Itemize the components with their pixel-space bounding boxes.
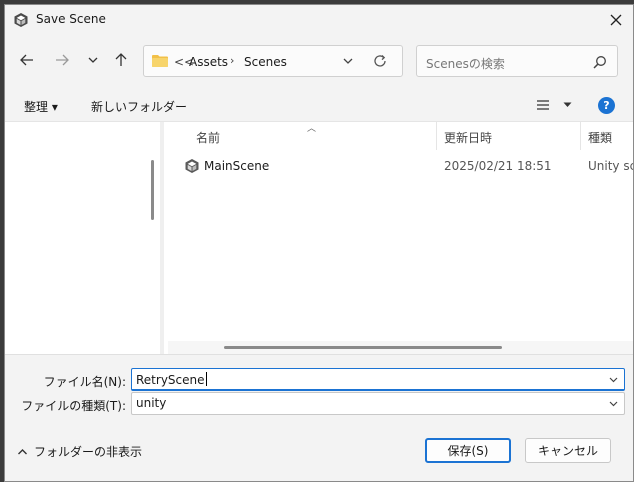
close-icon xyxy=(610,14,622,26)
up-button[interactable] xyxy=(109,49,133,71)
column-header-name[interactable]: 名前 xyxy=(196,122,220,150)
navigation-bar: << Assets › Scenes Scenesの検索 xyxy=(5,41,633,79)
search-input[interactable]: Scenesの検索 xyxy=(426,55,505,72)
filename-value: RetryScene xyxy=(136,373,205,387)
cancel-button[interactable]: キャンセル xyxy=(525,438,611,463)
filetype-value: unity xyxy=(136,396,167,410)
filetype-label: ファイルの種類(T): xyxy=(21,399,126,413)
arrow-left-icon xyxy=(20,54,33,66)
forward-button[interactable] xyxy=(50,49,74,71)
close-button[interactable] xyxy=(599,5,633,35)
arrow-up-icon xyxy=(115,53,127,66)
column-separator[interactable] xyxy=(436,122,437,150)
recent-locations-button[interactable] xyxy=(81,49,105,71)
column-separator[interactable] xyxy=(580,122,581,150)
view-options-button[interactable] xyxy=(536,99,572,114)
filename-label: ファイル名(N): xyxy=(43,375,126,389)
column-header-modified[interactable]: 更新日時 xyxy=(444,122,492,150)
organize-menu[interactable]: 整理 ▾ xyxy=(24,98,58,115)
text-caret xyxy=(205,372,207,386)
search-icon xyxy=(593,56,606,69)
filetype-select[interactable]: unity xyxy=(131,392,625,415)
chevron-down-icon xyxy=(609,401,618,407)
save-form: ファイル名(N): RetryScene ファイルの種類(T): unity フ… xyxy=(5,354,633,481)
sort-ascending-icon: ︿ xyxy=(307,124,317,134)
breadcrumb-scenes[interactable]: Scenes xyxy=(244,55,287,69)
address-dropdown-icon[interactable] xyxy=(340,53,356,69)
column-header-row: ︿ 名前 更新日時 種類 xyxy=(164,122,633,150)
file-browser: ︿ 名前 更新日時 種類 MainScene 2025/02/21 18:51 … xyxy=(5,121,634,355)
file-modified: 2025/02/21 18:51 xyxy=(444,159,552,173)
hide-folders-toggle[interactable]: フォルダーの非表示 xyxy=(17,443,142,460)
breadcrumb-separator-icon: › xyxy=(230,54,235,67)
file-list: ︿ 名前 更新日時 種類 MainScene 2025/02/21 18:51 … xyxy=(164,122,634,355)
breadcrumb-assets[interactable]: Assets xyxy=(189,55,228,69)
new-folder-button[interactable]: 新しいフォルダー xyxy=(91,98,187,115)
unity-scene-icon xyxy=(185,159,199,173)
address-bar[interactable]: << Assets › Scenes xyxy=(143,45,403,77)
chevron-down-icon[interactable] xyxy=(608,374,619,385)
command-bar: 整理 ▾ 新しいフォルダー ? xyxy=(5,91,633,121)
help-icon[interactable]: ? xyxy=(598,97,615,114)
arrow-right-icon xyxy=(56,54,69,66)
column-header-type[interactable]: 種類 xyxy=(588,122,612,150)
navigation-pane-scrollbar[interactable] xyxy=(151,160,154,220)
title-bar: Save Scene xyxy=(5,5,633,35)
folder-icon xyxy=(152,55,168,67)
chevron-down-icon xyxy=(88,57,98,63)
unity-logo-icon xyxy=(14,13,28,27)
horizontal-scrollbar-thumb[interactable] xyxy=(224,346,502,349)
refresh-icon[interactable] xyxy=(372,53,388,69)
chevron-down-icon xyxy=(563,102,572,107)
chevron-up-icon xyxy=(18,449,27,455)
file-name: MainScene xyxy=(204,159,270,173)
save-scene-dialog: Save Scene << Assets › Scenes Scenesの検索 … xyxy=(4,4,634,482)
save-button[interactable]: 保存(S) xyxy=(425,438,511,463)
back-button[interactable] xyxy=(15,49,39,71)
list-view-icon xyxy=(537,100,549,110)
search-box[interactable]: Scenesの検索 xyxy=(416,45,618,77)
table-row[interactable]: MainScene 2025/02/21 18:51 Unity sc xyxy=(164,155,634,177)
file-type: Unity sc xyxy=(588,159,634,173)
navigation-pane[interactable] xyxy=(5,122,158,354)
filename-field[interactable]: RetryScene xyxy=(131,368,625,391)
hide-folders-label: フォルダーの非表示 xyxy=(34,445,143,459)
window-title: Save Scene xyxy=(36,12,106,26)
filename-input[interactable]: RetryScene xyxy=(136,372,207,387)
